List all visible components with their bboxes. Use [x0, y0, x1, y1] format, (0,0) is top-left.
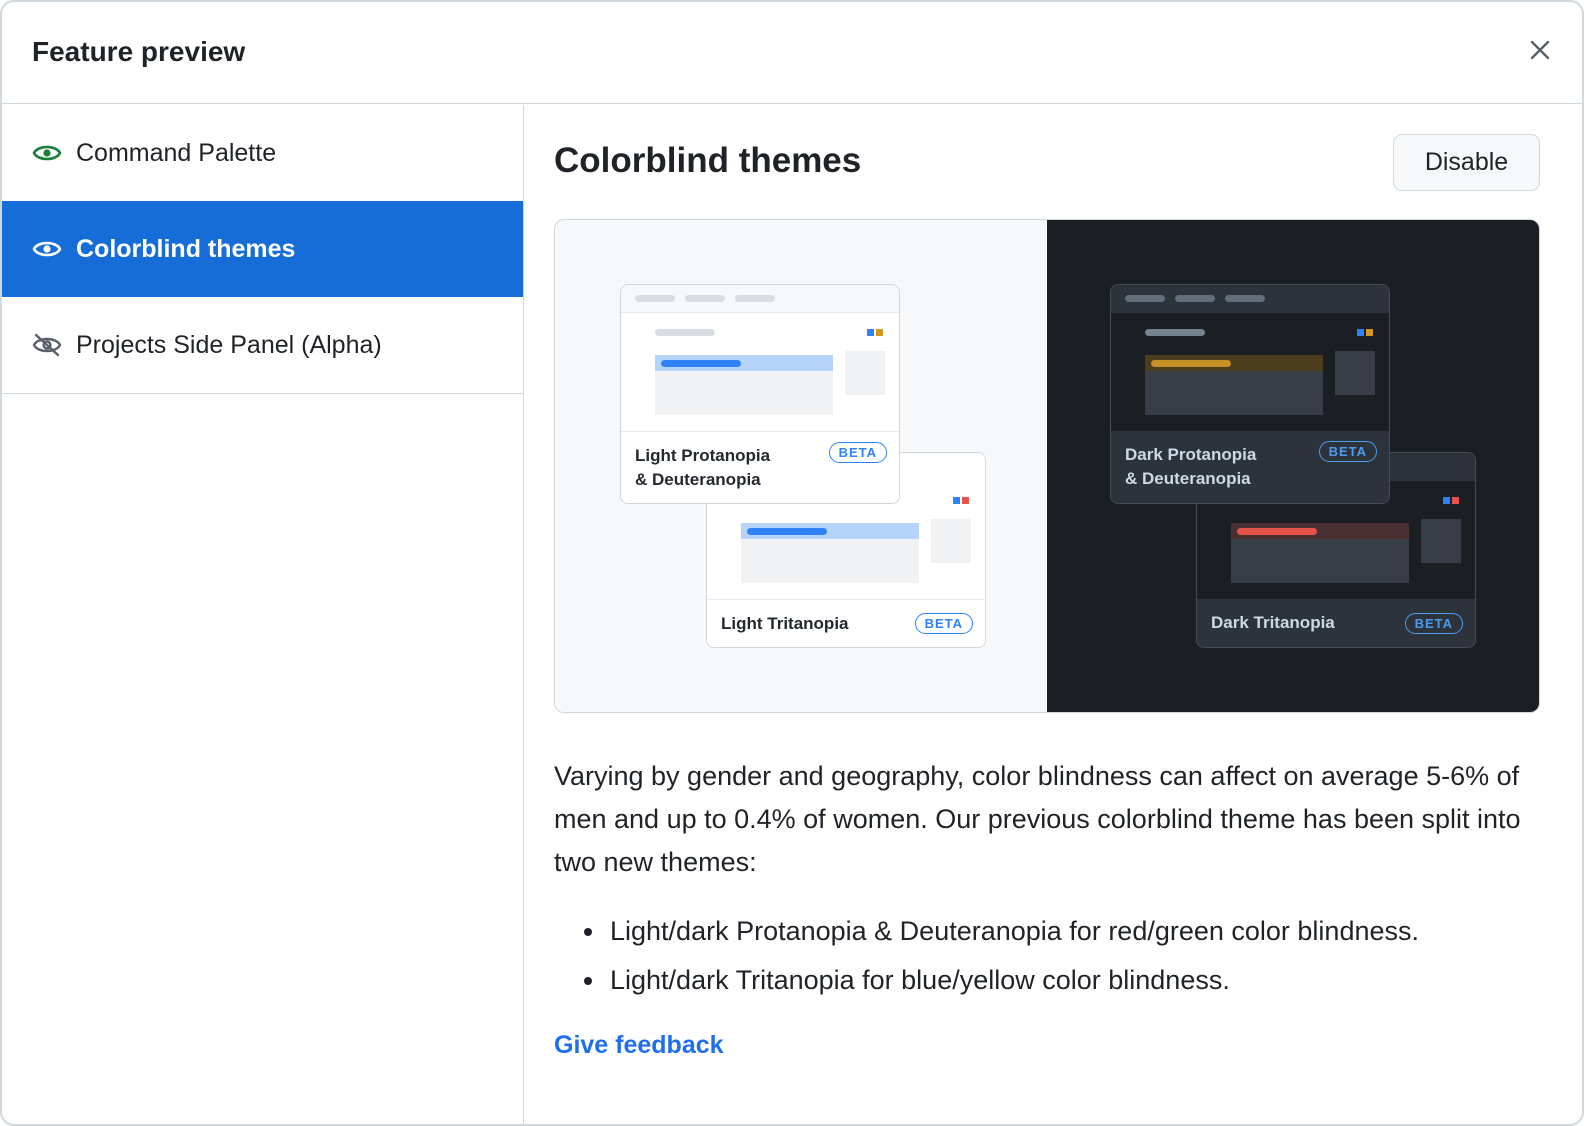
- dialog-title: Feature preview: [32, 36, 246, 67]
- beta-badge: BETA: [1318, 441, 1377, 462]
- list-item: Light/dark Protanopia & Deuteranopia for…: [580, 907, 1540, 956]
- theme-card-label: Light Tritanopia: [721, 613, 849, 633]
- beta-badge: BETA: [914, 613, 973, 634]
- feature-preview-dialog: Feature preview Command Palette Colorbli…: [0, 0, 1584, 1126]
- close-icon: [1530, 40, 1550, 60]
- theme-list: Light/dark Protanopia & Deuteranopia for…: [580, 907, 1540, 1005]
- feature-title: Colorblind themes: [554, 141, 862, 180]
- sidebar-item-label: Projects Side Panel (Alpha): [76, 330, 382, 359]
- eye-icon: [32, 234, 62, 264]
- theme-card-label: Light Protanopia & Deuteranopia: [635, 445, 771, 489]
- theme-card-label: Dark Tritanopia: [1211, 613, 1335, 632]
- close-button[interactable]: [1520, 30, 1560, 70]
- theme-card-light-protanopia: Light Protanopia & Deuteranopia BETA: [620, 284, 900, 504]
- give-feedback-link[interactable]: Give feedback: [554, 1031, 724, 1060]
- sidebar-item-label: Colorblind themes: [76, 234, 296, 263]
- eye-icon: [32, 138, 62, 168]
- sidebar-item-command-palette[interactable]: Command Palette: [2, 105, 523, 201]
- list-item: Light/dark Tritanopia for blue/yellow co…: [580, 956, 1540, 1005]
- light-themes-preview: Light Tritanopia BETA Light Protanopia &…: [555, 220, 1047, 712]
- eye-closed-icon: [32, 330, 62, 360]
- feature-list: Command Palette Colorblind themes Projec…: [2, 105, 523, 394]
- dark-themes-preview: Dark Tritanopia BETA Dark Protanopia & D…: [1047, 220, 1539, 712]
- beta-badge: BETA: [828, 442, 887, 463]
- feature-detail: Colorblind themes Disable Light Tritanop…: [554, 105, 1540, 1124]
- theme-card-label: Dark Protanopia & Deuteranopia: [1125, 445, 1257, 488]
- dialog-header: Feature preview: [2, 2, 1582, 104]
- sidebar-item-label: Command Palette: [76, 138, 277, 167]
- beta-badge: BETA: [1404, 612, 1463, 634]
- disable-button[interactable]: Disable: [1393, 134, 1540, 191]
- sidebar-item-colorblind-themes[interactable]: Colorblind themes: [2, 201, 523, 297]
- theme-card-dark-protanopia: Dark Protanopia & Deuteranopia BETA: [1110, 284, 1390, 504]
- sidebar: Command Palette Colorblind themes Projec…: [2, 105, 524, 1124]
- theme-preview-image: Light Tritanopia BETA Light Protanopia &…: [554, 219, 1540, 713]
- sidebar-item-projects-side-panel[interactable]: Projects Side Panel (Alpha): [2, 297, 523, 393]
- feature-description: Varying by gender and geography, color b…: [554, 761, 1521, 877]
